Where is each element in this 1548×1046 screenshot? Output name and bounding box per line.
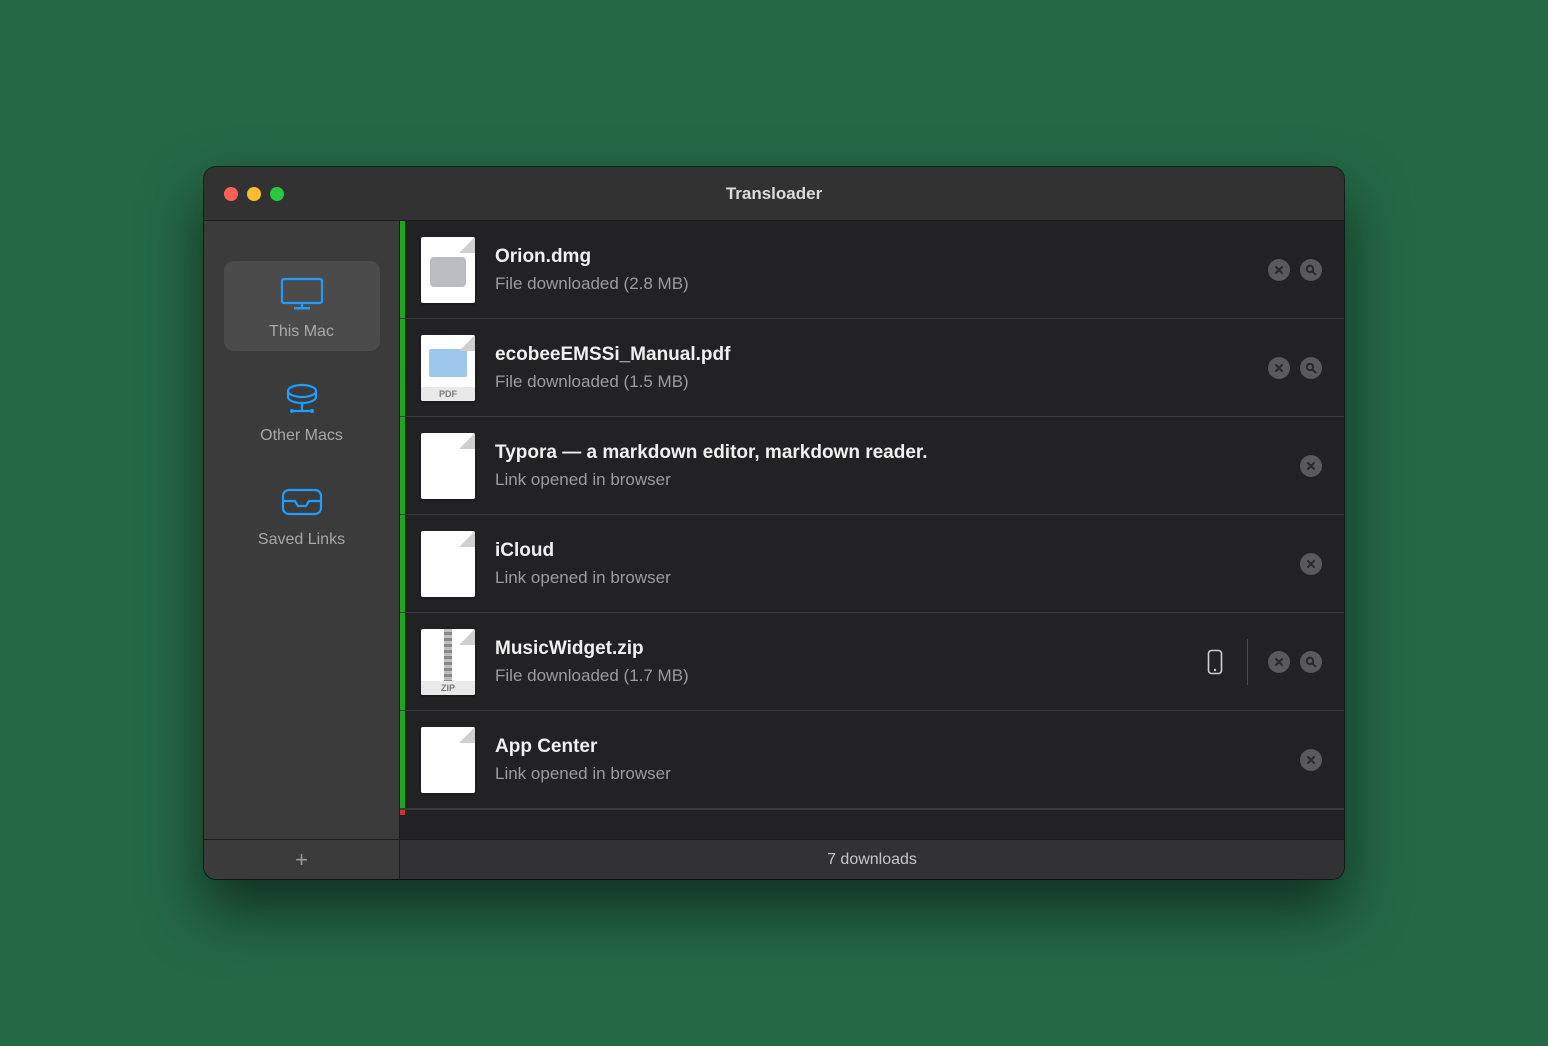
- status-accent: [400, 221, 405, 318]
- download-list[interactable]: Orion.dmg File downloaded (2.8 MB) PDF ecob…: [400, 221, 1344, 839]
- close-window-button[interactable]: [224, 187, 238, 201]
- list-item[interactable]: iCloud Link opened in browser: [400, 515, 1344, 613]
- remove-button[interactable]: [1300, 455, 1322, 477]
- row-text: Typora — a markdown editor, markdown rea…: [495, 442, 1300, 490]
- list-item[interactable]: PDF ecobeeEMSSi_Manual.pdf File downloaded…: [400, 319, 1344, 417]
- item-title: App Center: [495, 736, 1300, 758]
- item-subtitle: File downloaded (1.7 MB): [495, 666, 1203, 686]
- inbox-icon: [276, 483, 328, 521]
- row-text: MusicWidget.zip File downloaded (1.7 MB): [495, 638, 1203, 686]
- status-accent: [400, 613, 405, 710]
- window-title: Transloader: [726, 184, 822, 204]
- main-panel: Orion.dmg File downloaded (2.8 MB) PDF ecob…: [400, 221, 1344, 839]
- row-text: iCloud Link opened in browser: [495, 540, 1300, 588]
- footer-sidebar: +: [204, 840, 400, 879]
- status-accent: [400, 711, 405, 808]
- file-type-tag: PDF: [421, 387, 475, 401]
- sidebar-item-label: This Mac: [230, 323, 374, 341]
- row-actions: [1203, 639, 1322, 685]
- list-item[interactable]: ZIP MusicWidget.zip File downloaded (1.7 M…: [400, 613, 1344, 711]
- remove-button[interactable]: [1300, 749, 1322, 771]
- window-body: This Mac Other Macs Saved Links Orion.dmg F…: [204, 221, 1344, 839]
- footer: + 7 downloads: [204, 839, 1344, 879]
- row-text: ecobeeEMSSi_Manual.pdf File downloaded (1…: [495, 344, 1268, 392]
- row-text: Orion.dmg File downloaded (2.8 MB): [495, 246, 1268, 294]
- traffic-lights: [224, 187, 284, 201]
- item-title: iCloud: [495, 540, 1300, 562]
- reveal-button[interactable]: [1300, 259, 1322, 281]
- remove-button[interactable]: [1268, 651, 1290, 673]
- file-thumbnail: PDF: [421, 335, 475, 401]
- send-to-device-button[interactable]: [1203, 649, 1227, 675]
- titlebar: Transloader: [204, 167, 1344, 221]
- status-text: 7 downloads: [827, 851, 917, 869]
- action-separator: [1247, 639, 1248, 685]
- row-actions: [1300, 455, 1322, 477]
- status-accent: [400, 515, 405, 612]
- item-title: Typora — a markdown editor, markdown rea…: [495, 442, 1300, 464]
- item-title: Orion.dmg: [495, 246, 1268, 268]
- item-subtitle: Link opened in browser: [495, 568, 1300, 588]
- list-item-partial: [400, 809, 1344, 815]
- sidebar-item-this-mac[interactable]: This Mac: [224, 261, 380, 351]
- file-thumbnail: [421, 433, 475, 499]
- minimize-window-button[interactable]: [247, 187, 261, 201]
- item-subtitle: Link opened in browser: [495, 764, 1300, 784]
- file-type-tag: ZIP: [421, 681, 475, 695]
- file-thumbnail: [421, 531, 475, 597]
- row-actions: [1268, 259, 1322, 281]
- list-item[interactable]: Typora — a markdown editor, markdown rea…: [400, 417, 1344, 515]
- sidebar-item-saved-links[interactable]: Saved Links: [224, 469, 380, 559]
- file-thumbnail: ZIP: [421, 629, 475, 695]
- row-actions: [1300, 553, 1322, 575]
- network-drive-icon: [276, 379, 328, 417]
- status-accent: [400, 319, 405, 416]
- reveal-button[interactable]: [1300, 651, 1322, 673]
- file-thumbnail: [421, 237, 475, 303]
- list-item[interactable]: Orion.dmg File downloaded (2.8 MB): [400, 221, 1344, 319]
- sidebar: This Mac Other Macs Saved Links: [204, 221, 400, 839]
- remove-button[interactable]: [1268, 259, 1290, 281]
- add-button[interactable]: +: [295, 847, 308, 873]
- item-title: MusicWidget.zip: [495, 638, 1203, 660]
- status-accent: [400, 810, 405, 815]
- list-item[interactable]: App Center Link opened in browser: [400, 711, 1344, 809]
- item-subtitle: Link opened in browser: [495, 470, 1300, 490]
- remove-button[interactable]: [1268, 357, 1290, 379]
- item-subtitle: File downloaded (1.5 MB): [495, 372, 1268, 392]
- item-subtitle: File downloaded (2.8 MB): [495, 274, 1268, 294]
- zoom-window-button[interactable]: [270, 187, 284, 201]
- status-bar: 7 downloads: [400, 840, 1344, 879]
- desktop-icon: [276, 275, 328, 313]
- sidebar-item-other-macs[interactable]: Other Macs: [224, 365, 380, 455]
- row-actions: [1300, 749, 1322, 771]
- item-title: ecobeeEMSSi_Manual.pdf: [495, 344, 1268, 366]
- reveal-button[interactable]: [1300, 357, 1322, 379]
- sidebar-item-label: Other Macs: [230, 427, 374, 445]
- row-actions: [1268, 357, 1322, 379]
- row-text: App Center Link opened in browser: [495, 736, 1300, 784]
- remove-button[interactable]: [1300, 553, 1322, 575]
- status-accent: [400, 417, 405, 514]
- file-thumbnail: [421, 727, 475, 793]
- sidebar-item-label: Saved Links: [230, 531, 374, 549]
- app-window: Transloader This Mac Other Macs Saved Link…: [204, 167, 1344, 879]
